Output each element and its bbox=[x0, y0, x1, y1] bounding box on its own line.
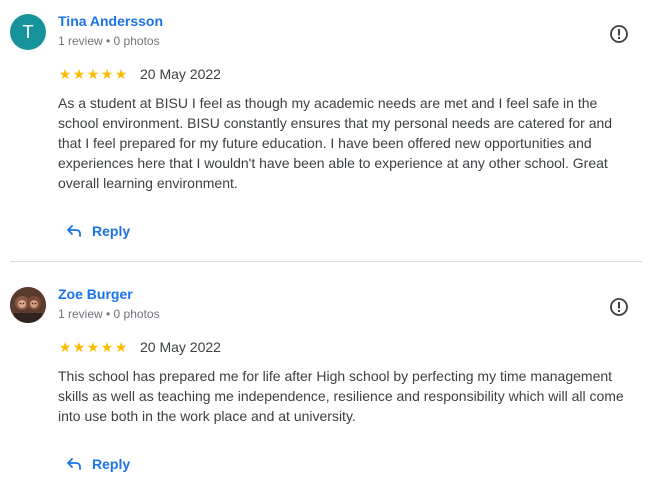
star-rating: ★ ★ ★ ★ ★ bbox=[58, 340, 128, 354]
avatar[interactable] bbox=[10, 287, 46, 323]
star-icon: ★ bbox=[72, 339, 86, 355]
review-date: 20 May 2022 bbox=[140, 339, 221, 355]
reviewer-meta: 1 review • 0 photos bbox=[58, 34, 160, 48]
star-icon: ★ bbox=[114, 66, 128, 82]
reviewer-name[interactable]: Tina Andersson bbox=[58, 13, 163, 29]
reply-arrow-icon bbox=[67, 225, 81, 237]
review-text: As a student at BISU I feel as though my… bbox=[58, 95, 613, 191]
report-icon[interactable] bbox=[609, 24, 629, 44]
star-icon: ★ bbox=[72, 66, 86, 82]
star-icon: ★ bbox=[86, 339, 100, 355]
report-icon[interactable] bbox=[609, 297, 629, 317]
divider bbox=[10, 261, 642, 262]
rating-row: ★ ★ ★ ★ ★ 20 May 2022 bbox=[58, 338, 221, 356]
reply-button[interactable]: Reply bbox=[66, 452, 130, 476]
star-rating: ★ ★ ★ ★ ★ bbox=[58, 67, 128, 81]
star-icon: ★ bbox=[100, 66, 114, 82]
reply-label: Reply bbox=[92, 223, 131, 239]
reviewer-name[interactable]: Zoe Burger bbox=[58, 286, 133, 302]
star-icon: ★ bbox=[114, 339, 128, 355]
review-text: This school has prepared me for life aft… bbox=[58, 368, 624, 424]
avatar[interactable]: T bbox=[10, 14, 46, 50]
reviews-list: T Tina Andersson 1 review • 0 photos ★ ★… bbox=[0, 0, 662, 477]
review-date: 20 May 2022 bbox=[140, 66, 221, 82]
star-icon: ★ bbox=[58, 339, 72, 355]
avatar-photo-icon bbox=[10, 287, 46, 323]
rating-row: ★ ★ ★ ★ ★ 20 May 2022 bbox=[58, 65, 221, 83]
star-icon: ★ bbox=[100, 339, 114, 355]
star-icon: ★ bbox=[58, 66, 72, 82]
star-icon: ★ bbox=[86, 66, 100, 82]
reply-button[interactable]: Reply bbox=[66, 219, 130, 243]
reviewer-meta: 1 review • 0 photos bbox=[58, 307, 160, 321]
reply-label: Reply bbox=[92, 456, 131, 472]
reply-arrow-icon bbox=[67, 458, 81, 470]
